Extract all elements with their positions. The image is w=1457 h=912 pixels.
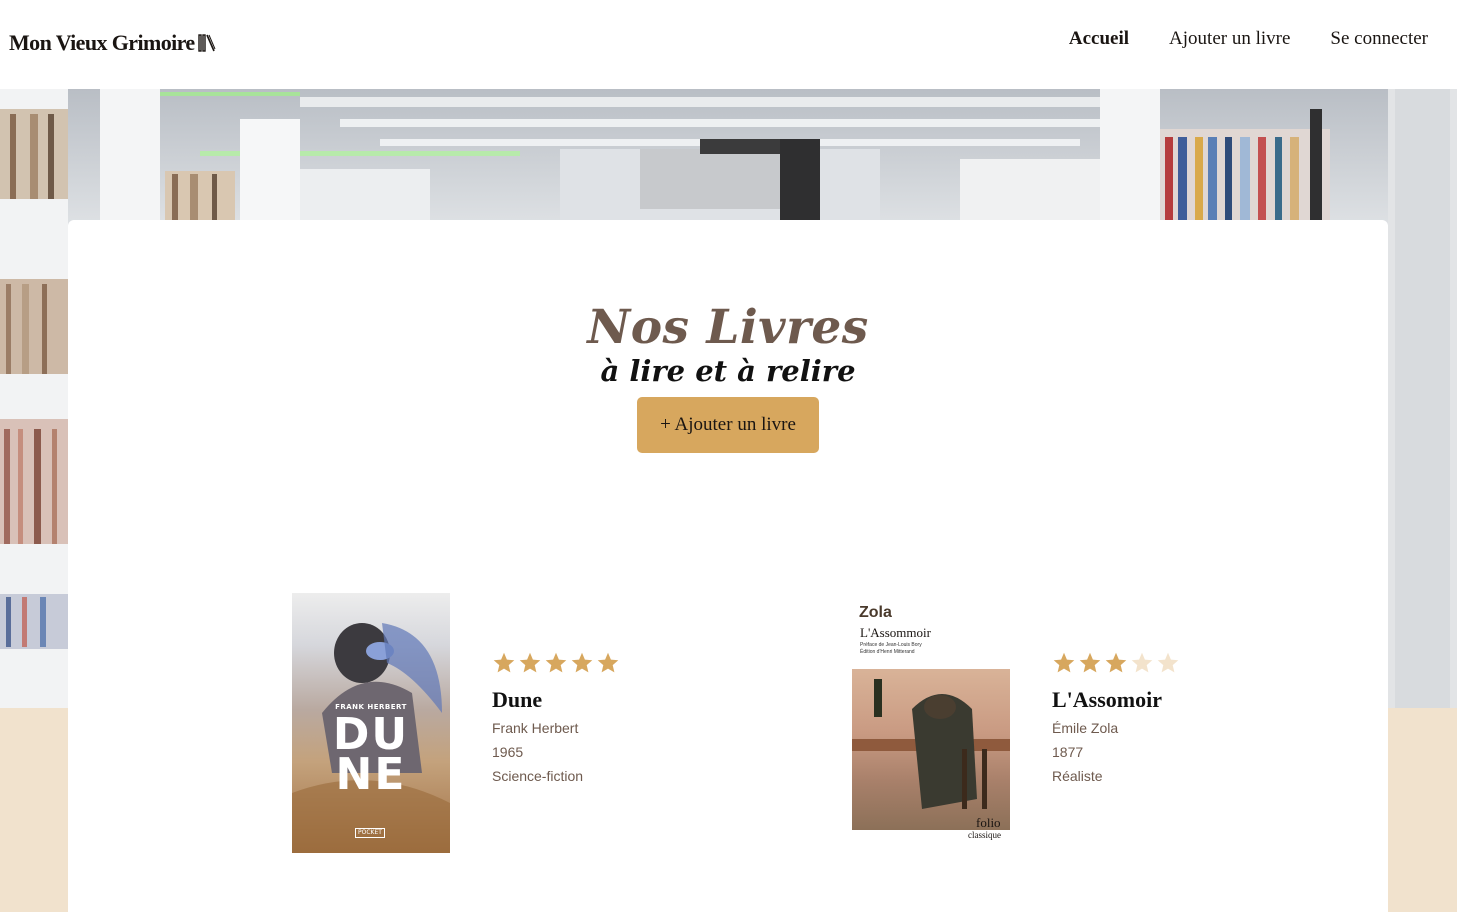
star-filled-icon xyxy=(1104,651,1128,675)
cover-preface-assomoir: Préface de Jean-Louis Bory xyxy=(860,642,922,648)
cover-title-assomoir: L'Assommoir xyxy=(860,625,931,640)
nav-ajouter-livre[interactable]: Ajouter un livre xyxy=(1169,27,1290,51)
star-filled-icon xyxy=(544,651,568,675)
star-filled-icon xyxy=(1052,651,1076,675)
book-title: Dune xyxy=(492,687,543,712)
book-card-dune[interactable]: FRANK HERBERT DU NE POCKET Dune Frank He… xyxy=(292,593,712,853)
book-author: Émile Zola xyxy=(1052,720,1119,736)
book-year: 1877 xyxy=(1052,744,1084,760)
logo[interactable]: Mon Vieux Grimoire xyxy=(9,30,216,56)
star-filled-icon xyxy=(518,651,542,675)
book-genre: Réaliste xyxy=(1052,768,1103,784)
star-empty-icon xyxy=(1130,651,1154,675)
cover-publisher-assomoir: folio xyxy=(976,815,1001,830)
star-filled-icon xyxy=(492,651,516,675)
add-book-button[interactable]: + Ajouter un livre xyxy=(637,397,819,453)
book-year: 1965 xyxy=(492,744,524,760)
book-author: Frank Herbert xyxy=(492,720,579,736)
star-empty-icon xyxy=(1156,651,1180,675)
book-cover-assomoir: Zola L'Assommoir Préface de Jean-Louis B… xyxy=(852,593,1010,853)
cover-collection-assomoir: classique xyxy=(968,830,1001,840)
cover-painting-assomoir xyxy=(852,669,1010,830)
cover-edition-assomoir: Édition d'Henri Mitterand xyxy=(860,649,915,655)
cover-title-bottom-dune: NE xyxy=(335,749,407,800)
rating-dune xyxy=(492,651,620,675)
book-info-dune: Dune Frank Herbert 1965 Science-fiction xyxy=(492,651,620,785)
books-icon xyxy=(197,33,216,53)
star-filled-icon xyxy=(1078,651,1102,675)
book-cover-dune: FRANK HERBERT DU NE POCKET xyxy=(292,593,450,853)
nav-accueil[interactable]: Accueil xyxy=(1069,27,1129,51)
cover-author-assomoir: Zola xyxy=(859,604,892,621)
book-genre: Science-fiction xyxy=(492,768,584,784)
star-filled-icon xyxy=(596,651,620,675)
star-filled-icon xyxy=(570,651,594,675)
main-nav: Accueil Ajouter un livre Se connecter xyxy=(1029,27,1428,51)
logo-text: Mon Vieux Grimoire xyxy=(9,30,195,55)
page-subtitle: à lire et à relire xyxy=(600,354,856,388)
book-title: L'Assomoir xyxy=(1052,687,1162,712)
nav-se-connecter[interactable]: Se connecter xyxy=(1330,27,1428,51)
book-info-assomoir: L'Assomoir Émile Zola 1877 Réaliste xyxy=(1052,651,1180,785)
site-header: Mon Vieux Grimoire Accueil Ajouter un li… xyxy=(0,0,1457,89)
book-card-assomoir[interactable]: Zola L'Assommoir Préface de Jean-Louis B… xyxy=(852,593,1272,853)
page-title: Nos Livres xyxy=(587,300,869,355)
rating-assomoir xyxy=(1052,651,1180,675)
books-panel: Nos Livres à lire et à relire + Ajouter … xyxy=(68,220,1388,912)
cover-publisher-dune: POCKET xyxy=(355,828,385,838)
